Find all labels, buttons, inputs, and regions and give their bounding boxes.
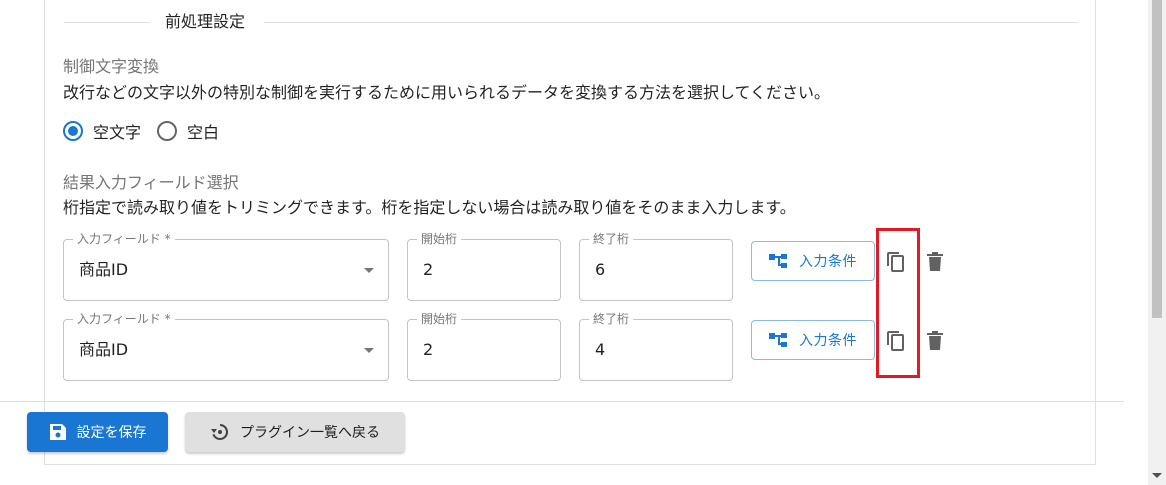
radio-label: 空文字: [93, 123, 142, 142]
input-field-label: 入力フィールド *: [73, 311, 175, 327]
input-condition-label: 入力条件: [799, 333, 857, 349]
delete-row-button[interactable]: [923, 329, 947, 353]
section-title: 前処理設定: [165, 12, 246, 31]
save-settings-label: 設定を保存: [76, 425, 147, 441]
start-digit-label: 開始桁: [417, 311, 462, 327]
radio-empty-string[interactable]: 空文字: [63, 119, 141, 143]
section-divider-left: [64, 22, 150, 23]
control-char-label: 制御文字変換: [63, 57, 160, 76]
end-digit-input[interactable]: 終了桁 6: [579, 231, 733, 301]
control-char-radio-group: 空文字 空白: [63, 119, 235, 143]
back-to-plugin-list-button[interactable]: プラグイン一覧へ戻る: [185, 412, 405, 452]
control-char-description: 改行などの文字以外の特別な制御を実行するために用いられるデータを変換する方法を選…: [63, 83, 831, 102]
input-field-select[interactable]: 入力フィールド * 商品ID: [63, 311, 389, 381]
trash-icon: [927, 331, 943, 350]
scroll-down-arrow-icon[interactable]: [1152, 473, 1162, 478]
input-field-label: 入力フィールド *: [73, 231, 175, 247]
start-digit-input[interactable]: 開始桁 2: [407, 311, 561, 381]
input-condition-button[interactable]: 入力条件: [751, 320, 875, 360]
start-digit-value: 2: [423, 340, 434, 359]
history-back-icon: [211, 424, 229, 440]
highlight-box: [876, 228, 920, 378]
end-digit-value: 6: [595, 260, 606, 279]
radio-unchecked-icon: [157, 121, 178, 141]
scrollbar-thumb[interactable]: [1152, 0, 1162, 318]
start-digit-label: 開始桁: [417, 231, 462, 247]
settings-card: [44, 0, 1096, 465]
tree-structure-icon: [769, 254, 787, 268]
end-digit-label: 終了桁: [589, 231, 634, 247]
input-field-select[interactable]: 入力フィールド * 商品ID: [63, 231, 389, 301]
end-digit-value: 4: [595, 340, 606, 359]
radio-label: 空白: [187, 123, 220, 142]
dropdown-arrow-icon: [364, 268, 374, 273]
dropdown-arrow-icon: [364, 348, 374, 353]
input-field-value: 商品ID: [79, 260, 129, 279]
result-field-label: 結果入力フィールド選択: [63, 173, 239, 192]
start-digit-input[interactable]: 開始桁 2: [407, 231, 561, 301]
radio-checked-icon: [63, 121, 83, 141]
delete-row-button[interactable]: [923, 250, 947, 274]
input-condition-button[interactable]: 入力条件: [751, 241, 875, 281]
footer-divider: [0, 401, 1124, 402]
save-settings-button[interactable]: 設定を保存: [27, 412, 168, 452]
radio-space[interactable]: 空白: [157, 119, 219, 143]
input-condition-label: 入力条件: [799, 254, 857, 270]
back-to-plugin-list-label: プラグイン一覧へ戻る: [240, 425, 380, 441]
result-field-description: 桁指定で読み取り値をトリミングできます。桁を指定しない場合は読み取り値をそのまま…: [63, 198, 796, 217]
save-icon: [49, 424, 66, 440]
trash-icon: [927, 252, 943, 271]
tree-structure-icon: [769, 333, 787, 347]
end-digit-input[interactable]: 終了桁 4: [579, 311, 733, 381]
input-field-value: 商品ID: [79, 340, 129, 359]
end-digit-label: 終了桁: [589, 311, 634, 327]
section-divider-right: [264, 22, 1078, 23]
start-digit-value: 2: [423, 260, 434, 279]
